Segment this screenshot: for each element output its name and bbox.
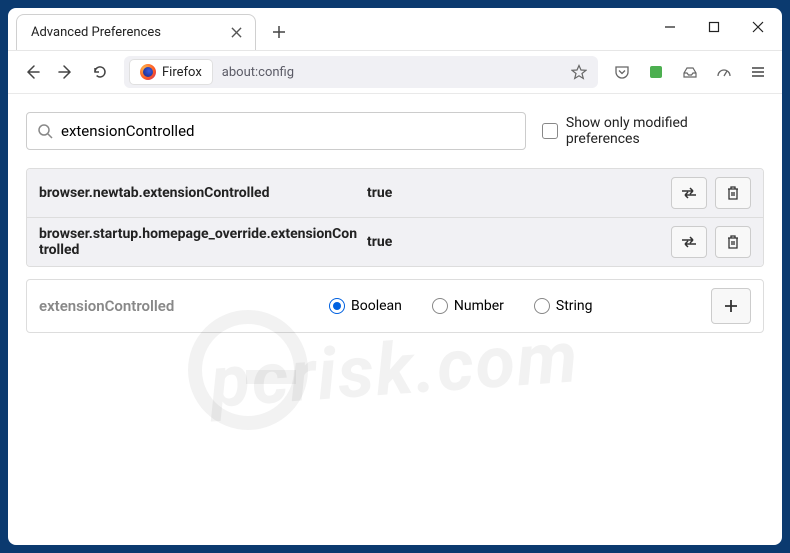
plus-icon	[272, 25, 286, 39]
nav-toolbar: Firefox about:config	[8, 50, 782, 94]
shield-button[interactable]	[708, 56, 740, 88]
trash-icon	[726, 234, 740, 250]
identity-label: Firefox	[162, 65, 202, 80]
preference-row[interactable]: browser.startup.homepage_override.extens…	[27, 217, 763, 266]
radio-icon	[534, 298, 550, 314]
menu-button[interactable]	[742, 56, 774, 88]
star-icon	[571, 64, 587, 80]
tab-title: Advanced Preferences	[31, 25, 227, 40]
delete-button[interactable]	[715, 226, 751, 258]
type-radio-boolean[interactable]: Boolean	[329, 298, 402, 314]
new-preference-name: extensionControlled	[39, 297, 329, 315]
forward-button[interactable]	[50, 56, 82, 88]
close-icon	[231, 27, 242, 38]
new-tab-button[interactable]	[264, 17, 294, 47]
firefox-icon	[140, 64, 156, 80]
modified-only-label: Show only modified preferences	[566, 115, 764, 147]
maximize-icon	[708, 21, 720, 33]
preference-actions	[671, 177, 751, 209]
tab-bar: Advanced Preferences	[8, 8, 782, 50]
preference-name: browser.startup.homepage_override.extens…	[39, 226, 359, 258]
radio-icon	[329, 298, 345, 314]
radio-icon	[432, 298, 448, 314]
close-icon	[752, 21, 764, 33]
arrow-left-icon	[24, 64, 40, 80]
preference-value: true	[367, 185, 427, 201]
search-row: Show only modified preferences	[26, 112, 764, 150]
back-button[interactable]	[16, 56, 48, 88]
bookmark-button[interactable]	[566, 59, 592, 85]
puzzle-icon	[648, 64, 664, 80]
reload-button[interactable]	[84, 56, 116, 88]
reload-icon	[92, 64, 108, 80]
arrow-right-icon	[58, 64, 74, 80]
delete-button[interactable]	[715, 177, 751, 209]
tab-close-button[interactable]	[227, 24, 245, 42]
add-preference-button[interactable]	[711, 288, 751, 324]
gauge-icon	[716, 64, 732, 80]
search-icon	[37, 123, 53, 139]
preference-row[interactable]: browser.newtab.extensionControlled true	[27, 169, 763, 217]
preference-value: true	[367, 234, 427, 250]
identity-chip[interactable]: Firefox	[130, 60, 212, 84]
close-window-button[interactable]	[736, 12, 780, 42]
pocket-icon	[614, 64, 630, 80]
preference-name: browser.newtab.extensionControlled	[39, 185, 359, 201]
inbox-icon	[682, 64, 698, 80]
url-text: about:config	[212, 65, 566, 80]
browser-window: Advanced Preferences Firefox about:confi…	[8, 8, 782, 545]
toggle-icon	[680, 235, 698, 249]
toggle-button[interactable]	[671, 226, 707, 258]
maximize-button[interactable]	[692, 12, 736, 42]
plus-icon	[723, 298, 739, 314]
type-radio-string[interactable]: String	[534, 298, 593, 314]
about-config-content: Show only modified preferences browser.n…	[8, 94, 782, 545]
trash-icon	[726, 185, 740, 201]
new-preference-row: extensionControlled Boolean Number Strin…	[26, 279, 764, 333]
preference-actions	[671, 226, 751, 258]
modified-only-checkbox[interactable]: Show only modified preferences	[542, 115, 764, 147]
type-radios: Boolean Number String	[329, 298, 699, 314]
search-input[interactable]	[61, 122, 515, 140]
hamburger-icon	[750, 64, 766, 80]
extension-button[interactable]	[640, 56, 672, 88]
url-bar[interactable]: Firefox about:config	[124, 56, 598, 88]
minimize-icon	[664, 21, 676, 33]
search-box[interactable]	[26, 112, 526, 150]
preferences-table: browser.newtab.extensionControlled true …	[26, 168, 764, 267]
type-radio-number[interactable]: Number	[432, 298, 504, 314]
pocket-button[interactable]	[606, 56, 638, 88]
toolbar-icons	[606, 56, 774, 88]
tab-advanced-preferences[interactable]: Advanced Preferences	[16, 14, 256, 50]
inbox-button[interactable]	[674, 56, 706, 88]
toggle-icon	[680, 186, 698, 200]
window-controls	[648, 12, 780, 42]
toggle-button[interactable]	[671, 177, 707, 209]
minimize-button[interactable]	[648, 12, 692, 42]
checkbox-icon	[542, 123, 558, 139]
